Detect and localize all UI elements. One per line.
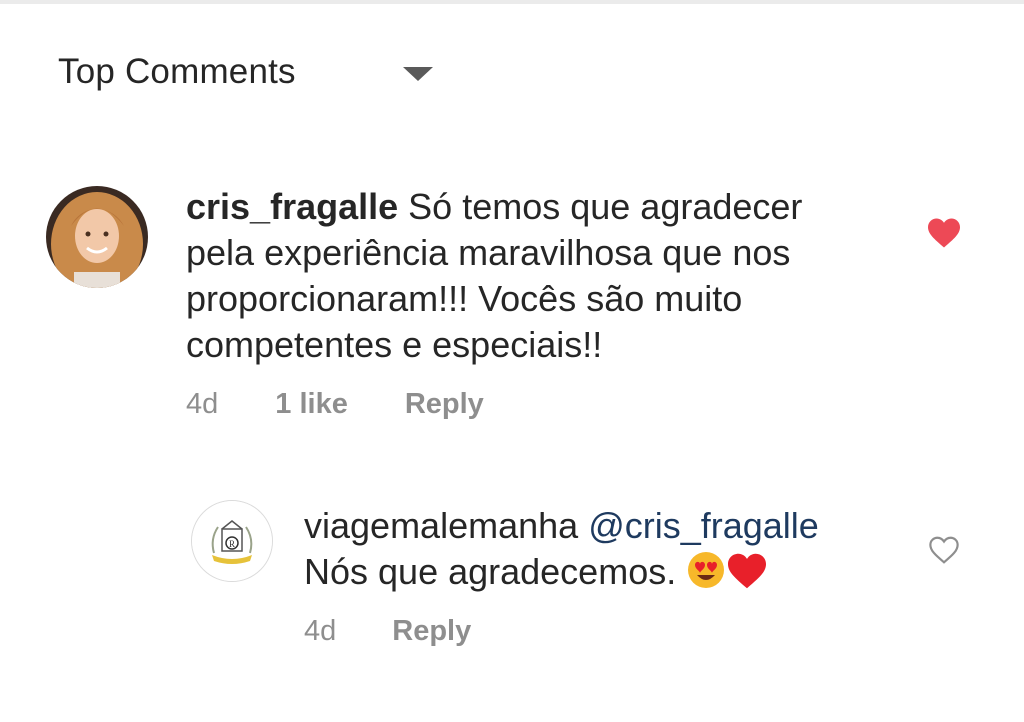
svg-text:R: R	[229, 539, 235, 549]
avatar[interactable]: R	[191, 500, 273, 582]
sort-dropdown[interactable]: Top Comments	[58, 52, 296, 92]
comment-body-line: pela experiência maravilhosa que nos	[186, 232, 791, 273]
comment-body: Nós que agradecemos.	[304, 551, 677, 592]
mention-link[interactable]: @cris_fragalle	[588, 505, 819, 546]
comment-time: 4d	[304, 615, 337, 647]
reply-comment-text: viagemalemanha @cris_fragalle Nós que ag…	[304, 503, 904, 601]
comment-body-line: competentes e especiais!!	[186, 324, 603, 365]
comment-username[interactable]: cris_fragalle	[186, 186, 398, 227]
comment-body-line: proporcionaram!!! Vocês são muito	[186, 278, 743, 319]
like-count[interactable]: 1 like	[275, 388, 348, 421]
reply-button[interactable]: Reply	[405, 388, 484, 421]
comment-username[interactable]: viagemalemanha	[304, 505, 578, 546]
chevron-down-icon[interactable]	[403, 67, 433, 81]
heart-outline-icon[interactable]	[927, 535, 961, 570]
comment-text: cris_fragalle Só temos que agradecer pel…	[186, 184, 886, 368]
sort-label: Top Comments	[58, 52, 296, 91]
reply-comment-meta: 4d Reply	[304, 615, 471, 648]
red-heart-emoji-icon	[726, 552, 768, 601]
heart-eyes-emoji-icon	[686, 550, 726, 601]
comment-body-line: Só temos que agradecer	[408, 186, 803, 227]
comment-time: 4d	[186, 388, 219, 420]
top-divider	[0, 0, 1024, 4]
reply-button[interactable]: Reply	[392, 615, 471, 648]
liked-heart-icon[interactable]	[926, 217, 962, 254]
avatar[interactable]	[46, 186, 148, 288]
comment-meta: 4d 1 like Reply	[186, 388, 484, 421]
